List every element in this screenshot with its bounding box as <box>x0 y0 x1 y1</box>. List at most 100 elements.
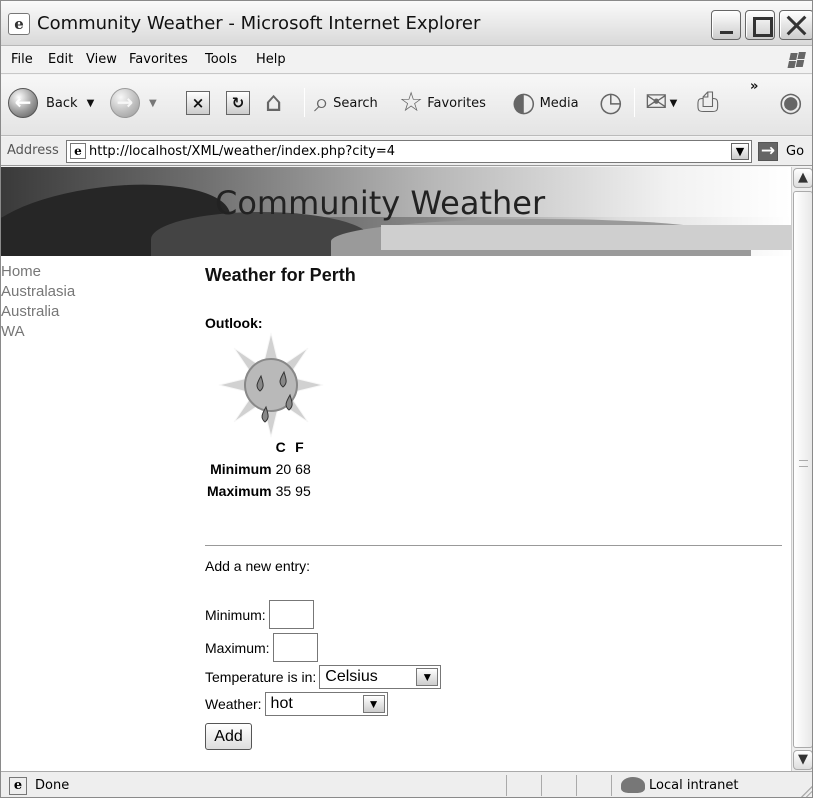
nav-wa[interactable]: WA <box>1 322 25 342</box>
nav-australasia[interactable]: Australasia <box>1 282 75 302</box>
minimum-fahrenheit: 68 <box>295 461 311 477</box>
minimum-temperature-row: Minimum 20 68 <box>205 458 313 480</box>
temperature-unit-select[interactable]: Celsius ▼ <box>319 665 442 689</box>
sun-with-rain-drops-icon <box>218 332 324 438</box>
temperature-unit-label: Temperature is in: <box>205 669 317 685</box>
favorites-star-icon: ☆ <box>399 87 424 118</box>
menu-help[interactable]: Help <box>256 52 286 67</box>
research-icon: ◉ <box>779 87 803 118</box>
search-icon: ⌕ <box>314 87 330 118</box>
maximum-form-row: Maximum: <box>205 633 318 662</box>
forward-button[interactable]: → ▼ <box>110 83 157 123</box>
toolbar-separator <box>634 88 635 117</box>
chevron-down-icon: ▼ <box>416 668 439 686</box>
resize-grip-icon[interactable] <box>801 786 812 797</box>
scroll-grip-icon <box>799 460 808 467</box>
status-pane-divider <box>541 775 542 796</box>
maximum-fahrenheit: 95 <box>295 483 311 499</box>
status-pane-divider <box>506 775 507 796</box>
favorites-button[interactable]: ☆ Favorites <box>399 83 486 123</box>
web-page-viewport: Community Weather Home Australasia Austr… <box>1 167 812 771</box>
internet-explorer-window: e Community Weather - Microsoft Internet… <box>0 0 813 798</box>
weather-select[interactable]: hot ▼ <box>264 692 388 716</box>
go-button[interactable]: Go <box>786 144 804 159</box>
page-status-icon: e <box>9 777 27 795</box>
windows-logo-icon <box>786 52 808 70</box>
home-button[interactable]: ⌂ <box>265 83 282 123</box>
menu-file[interactable]: File <box>11 52 33 67</box>
window-title: Community Weather - Microsoft Internet E… <box>37 13 481 34</box>
back-arrow-icon: ← <box>8 88 38 118</box>
site-title: Community Weather <box>215 184 546 222</box>
forward-arrow-icon: → <box>110 88 140 118</box>
back-dropdown-icon[interactable]: ▼ <box>87 98 95 109</box>
temperature-header-row: C F <box>205 436 313 458</box>
address-input[interactable]: e http://localhost/XML/weather/index.php… <box>66 140 752 163</box>
refresh-button[interactable]: ↻ <box>226 83 250 123</box>
outlook-label: Outlook: <box>205 315 263 331</box>
vertical-scrollbar[interactable]: ▲ ▼ <box>791 167 812 771</box>
minimum-input[interactable] <box>268 600 314 629</box>
weather-field-label: Weather: <box>205 696 262 712</box>
menu-edit[interactable]: Edit <box>48 52 73 67</box>
close-button[interactable] <box>779 10 812 40</box>
maximum-temperature-row: Maximum 35 95 <box>205 480 313 502</box>
left-navigation: Home Australasia Australia WA <box>1 262 151 342</box>
temperature-unit-row: Temperature is in: Celsius ▼ <box>205 665 442 689</box>
menu-tools[interactable]: Tools <box>205 52 237 67</box>
maximize-button[interactable] <box>745 10 775 40</box>
minimize-button[interactable] <box>711 10 741 40</box>
local-intranet-icon <box>621 777 645 793</box>
security-zone-text: Local intranet <box>649 778 739 793</box>
more-toolbar-button[interactable]: » <box>750 78 758 94</box>
menu-bar: File Edit View Favorites Tools Help <box>1 47 812 74</box>
weather-selected: hot <box>270 695 293 712</box>
banner-sea <box>381 225 791 250</box>
maximum-row-label: Maximum <box>207 483 272 499</box>
stop-icon: × <box>186 91 210 115</box>
nav-home[interactable]: Home <box>1 262 41 282</box>
history-icon: ◷ <box>599 87 623 118</box>
fahrenheit-header: F <box>295 439 304 455</box>
favorites-label: Favorites <box>427 95 486 111</box>
back-label: Back <box>46 95 78 111</box>
temperature-table: C F Minimum 20 68 Maximum 35 95 <box>205 436 313 502</box>
scroll-down-button[interactable]: ▼ <box>793 750 812 770</box>
back-button[interactable]: ← Back ▼ <box>8 83 94 123</box>
minimum-form-row: Minimum: <box>205 600 314 629</box>
status-pane-divider <box>576 775 577 796</box>
minimum-celsius: 20 <box>275 461 292 477</box>
mail-button[interactable]: ✉ ▼ <box>645 83 677 123</box>
stop-button[interactable]: × <box>186 83 210 123</box>
home-icon: ⌂ <box>265 87 283 118</box>
address-dropdown-icon[interactable]: ▼ <box>731 143 749 160</box>
page-icon: e <box>70 143 86 159</box>
content-divider <box>205 545 782 546</box>
research-button[interactable]: ◉ <box>779 83 803 123</box>
status-bar: e Done Local intranet <box>1 771 812 797</box>
temperature-unit-selected: Celsius <box>325 668 378 685</box>
maximum-input[interactable] <box>272 633 318 662</box>
menu-view[interactable]: View <box>86 52 117 67</box>
printer-icon: ⎙ <box>697 87 719 118</box>
media-button[interactable]: ◐ Media <box>512 83 579 123</box>
go-arrow-icon[interactable]: → <box>758 142 778 161</box>
forward-dropdown-icon[interactable]: ▼ <box>149 98 157 109</box>
toolbar-separator <box>304 88 305 117</box>
refresh-icon: ↻ <box>226 91 250 115</box>
add-entry-label: Add a new entry: <box>205 558 311 574</box>
table-corner <box>205 436 274 458</box>
media-icon: ◐ <box>512 87 536 118</box>
add-button[interactable]: Add <box>205 723 252 750</box>
history-button[interactable]: ◷ <box>599 83 623 123</box>
title-bar: e Community Weather - Microsoft Internet… <box>1 1 812 46</box>
search-button[interactable]: ⌕ Search <box>314 83 378 123</box>
scroll-up-button[interactable]: ▲ <box>793 168 812 188</box>
status-pane-divider <box>611 775 612 796</box>
print-button[interactable]: ⎙ <box>697 83 719 123</box>
nav-australia[interactable]: Australia <box>1 302 59 322</box>
scroll-thumb[interactable] <box>793 191 812 748</box>
menu-favorites[interactable]: Favorites <box>129 52 188 67</box>
chevron-down-icon: ▼ <box>362 695 385 713</box>
status-text: Done <box>35 778 70 793</box>
